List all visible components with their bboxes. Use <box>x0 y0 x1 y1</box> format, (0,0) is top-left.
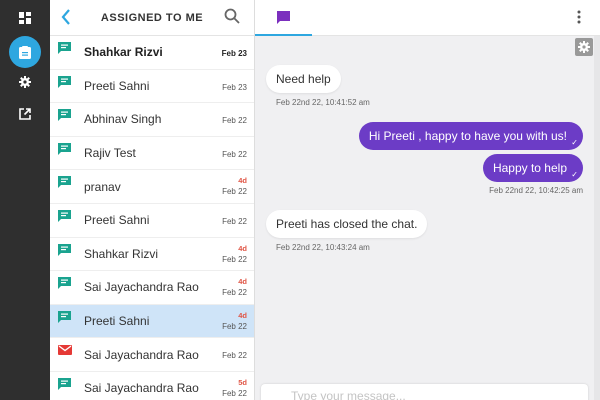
chat-icon <box>58 75 71 88</box>
conversation-date: Feb 22 <box>222 149 247 159</box>
search-icon <box>224 8 240 24</box>
chat-icon <box>58 109 71 122</box>
conversation-meta: 4d Feb 22 <box>222 310 247 332</box>
conversation-list-panel: ASSIGNED TO ME Shahkar Rizvi Feb 23 Preeti… <box>50 0 255 400</box>
message-timestamp: Feb 22nd 22, 10:41:52 am <box>276 98 370 107</box>
conversation-date: Feb 22 <box>222 388 247 398</box>
conversations-icon <box>19 45 31 59</box>
list-header: ASSIGNED TO ME <box>50 0 254 36</box>
conversation-name: Abhinav Singh <box>84 112 162 127</box>
conversation-name: Rajiv Test <box>84 146 136 161</box>
conversation-name: Preeti Sahni <box>84 78 150 93</box>
conversation-item[interactable]: Preeti Sahni Feb 22 <box>50 204 254 238</box>
conversation-date: Feb 22 <box>222 288 247 298</box>
conversation-date: Feb 22 <box>222 321 247 331</box>
message-outgoing: Hi Preeti , happy to have you with us! ✓ <box>358 122 583 150</box>
conversation-meta: Feb 23 <box>222 82 247 93</box>
conversation-item[interactable]: Preeti Sahni 4d Feb 22 <box>50 304 254 339</box>
message-text: Happy to help <box>492 161 567 175</box>
chat-icon <box>58 42 71 54</box>
conversation-name: Shahkar Rizvi <box>84 246 159 261</box>
conversation-date: Feb 22 <box>222 116 247 126</box>
conversation-name: Preeti Sahni <box>84 213 150 228</box>
delivered-check-icon: ✓ <box>571 138 578 147</box>
chat-icon <box>58 310 71 323</box>
message-incoming: Need help <box>266 65 341 93</box>
conversation-meta: 4d Feb 22 <box>222 276 247 298</box>
conversations-button[interactable] <box>9 36 41 68</box>
conversation-date: Feb 22 <box>222 216 247 226</box>
chat-icon <box>58 142 71 155</box>
chat-icon <box>58 209 71 222</box>
dashboard-button[interactable] <box>9 2 41 34</box>
external-link-icon <box>19 108 31 120</box>
message-timestamp: Feb 22nd 22, 10:42:25 am <box>489 186 583 195</box>
search-button[interactable] <box>224 8 244 28</box>
conversation-meta: Feb 23 <box>222 48 247 59</box>
conversation-date: Feb 23 <box>221 49 247 58</box>
conversation-name: Sai Jayachandra Rao <box>84 347 199 362</box>
chat-settings-button[interactable] <box>575 38 593 56</box>
chat-icon <box>58 277 71 290</box>
gear-icon <box>19 76 31 88</box>
chat-icon <box>58 243 71 256</box>
conversation-name: Preeti Sahni <box>84 314 150 329</box>
conversation-date: Feb 22 <box>222 351 247 361</box>
conversation-meta: 5d Feb 22 <box>222 377 247 399</box>
conversation-age: 4d <box>238 277 247 287</box>
conversation-meta: 4d Feb 22 <box>222 175 247 197</box>
conversation-age: 4d <box>238 310 247 320</box>
conversation-list: Shahkar Rizvi Feb 23 Preeti Sahni Feb 23 Abh… <box>50 36 254 400</box>
conversation-name: Sai Jayachandra Rao <box>84 280 199 295</box>
chat-area: Need help Feb 22nd 22, 10:41:52 am Hi Pr… <box>255 0 600 400</box>
conversation-item[interactable]: Shahkar Rizvi Feb 23 <box>50 36 254 70</box>
conversation-item[interactable]: Shahkar Rizvi 4d Feb 22 <box>50 238 254 272</box>
conversation-date: Feb 22 <box>222 187 247 197</box>
message-composer <box>261 384 588 400</box>
conversation-date: Feb 22 <box>222 254 247 264</box>
dashboard-icon <box>19 12 31 24</box>
conversation-item[interactable]: Sai Jayachandra Rao Feb 22 <box>50 338 254 372</box>
conversation-meta: Feb 22 <box>222 115 247 126</box>
message-input[interactable] <box>261 384 588 400</box>
message-incoming: Preeti has closed the chat. <box>266 210 428 238</box>
chat-header <box>255 0 600 36</box>
message-outgoing: Happy to help ✓ <box>482 154 583 182</box>
gear-icon <box>578 41 590 53</box>
more-options-button[interactable] <box>576 8 582 26</box>
kebab-menu-icon <box>577 10 581 24</box>
conversation-date: Feb 23 <box>222 82 247 92</box>
external-link-button[interactable] <box>9 98 41 130</box>
conversation-meta: 4d Feb 22 <box>222 243 247 265</box>
conversation-item[interactable]: Sai Jayachandra Rao 5d Feb 22 <box>50 372 254 400</box>
tab-chat[interactable] <box>255 0 312 36</box>
message-text: Hi Preeti , happy to have you with us! <box>368 129 567 143</box>
conversation-age: 4d <box>238 243 247 253</box>
conversation-item[interactable]: Sai Jayachandra Rao 4d Feb 22 <box>50 271 254 305</box>
conversation-item[interactable]: Preeti Sahni Feb 23 <box>50 70 254 104</box>
conversation-name: Sai Jayachandra Rao <box>84 381 199 396</box>
chat-icon <box>58 377 71 390</box>
chat-icon <box>58 176 71 189</box>
conversation-meta: Feb 22 <box>222 216 247 227</box>
conversation-item[interactable]: Abhinav Singh Feb 22 <box>50 103 254 137</box>
delivered-check-icon: ✓ <box>571 170 578 179</box>
conversation-age: 5d <box>238 377 247 387</box>
conversation-item[interactable]: Rajiv Test Feb 22 <box>50 137 254 171</box>
conversation-age: 4d <box>238 176 247 186</box>
scrollbar[interactable] <box>594 36 600 400</box>
conversation-name: pranav <box>84 179 121 194</box>
email-icon <box>58 345 72 356</box>
conversation-item[interactable]: pranav 4d Feb 22 <box>50 170 254 204</box>
conversation-meta: Feb 22 <box>222 149 247 160</box>
settings-nav-button[interactable] <box>9 66 41 98</box>
conversation-name: Shahkar Rizvi <box>84 45 163 60</box>
message-timestamp: Feb 22nd 22, 10:43:24 am <box>276 243 370 252</box>
conversation-meta: Feb 22 <box>222 350 247 361</box>
left-nav-rail <box>0 0 50 400</box>
chat-bubble-icon <box>277 10 290 24</box>
